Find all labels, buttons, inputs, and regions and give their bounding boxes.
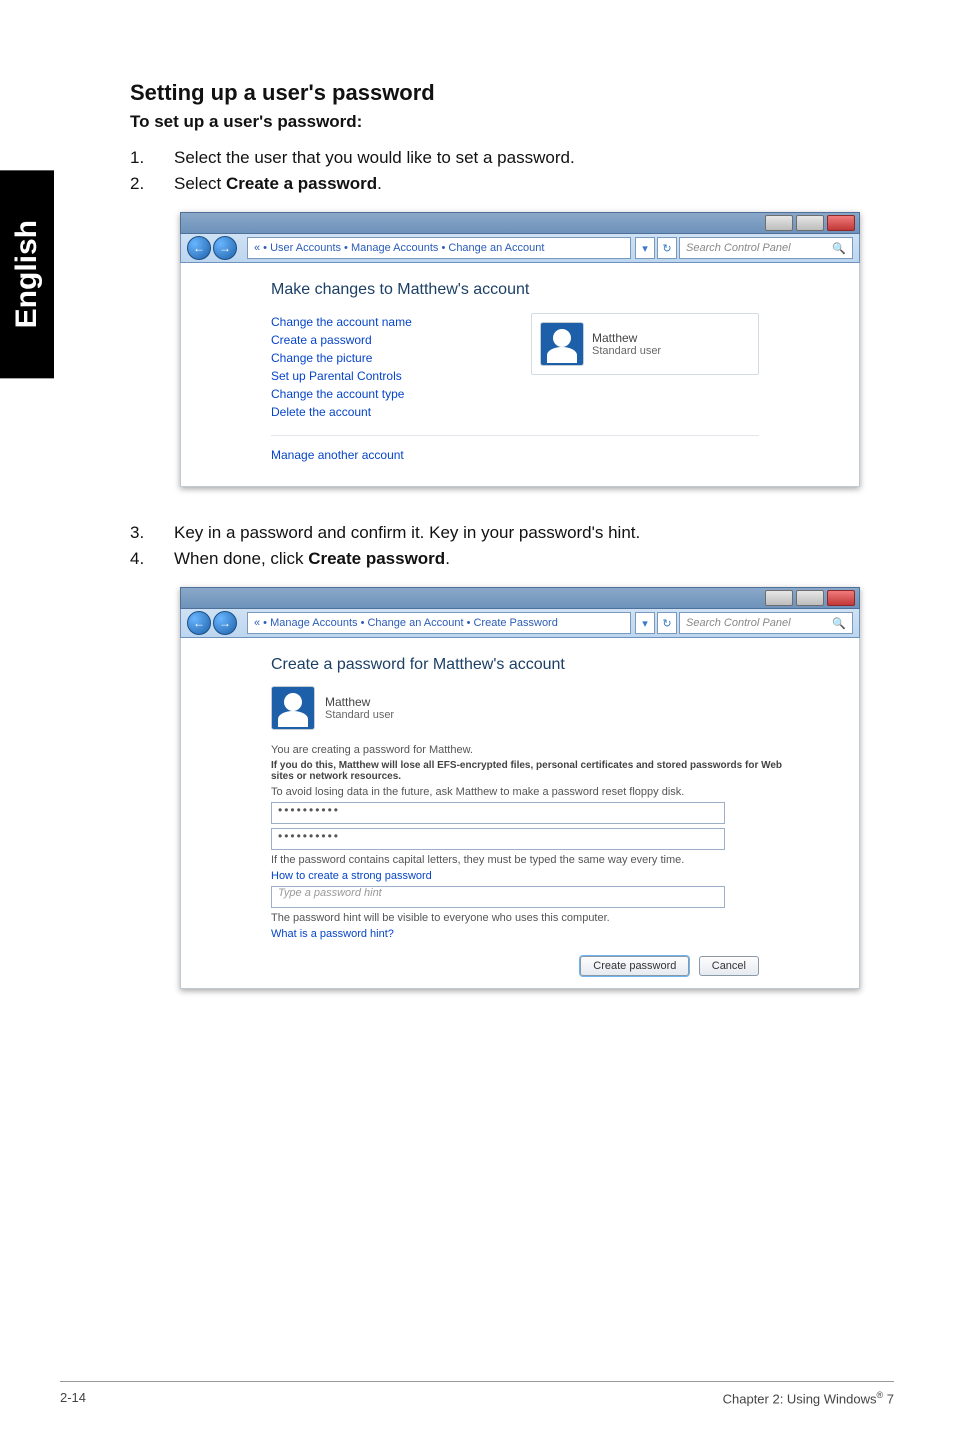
step-text: When done, click Create password.: [174, 549, 450, 569]
account-header: Matthew Standard user: [271, 686, 799, 730]
step-text: Select Create a password.: [174, 174, 382, 194]
page-number: 2-14: [60, 1390, 86, 1406]
account-name: Matthew: [592, 331, 661, 345]
close-button[interactable]: [827, 215, 855, 231]
step-item: 3.Key in a password and confirm it. Key …: [130, 523, 894, 543]
breadcrumb[interactable]: « • User Accounts • Manage Accounts • Ch…: [247, 237, 631, 259]
creating-note: You are creating a password for Matthew.: [271, 744, 799, 756]
account-name: Matthew: [325, 695, 394, 709]
address-bar: ← → « • Manage Accounts • Change an Acco…: [180, 609, 860, 638]
minimize-button[interactable]: [765, 590, 793, 606]
footer-rule: [60, 1381, 894, 1382]
step-number: 2.: [130, 174, 174, 194]
step-item: 1.Select the user that you would like to…: [130, 148, 894, 168]
search-input[interactable]: Search Control Panel🔍: [679, 237, 853, 259]
link-create-password[interactable]: Create a password: [271, 333, 531, 347]
refresh-icon[interactable]: ↻: [657, 237, 677, 259]
window-body: Make changes to Matthew's account Change…: [180, 263, 860, 487]
search-icon: 🔍: [832, 617, 846, 630]
forward-button[interactable]: →: [213, 611, 237, 635]
close-button[interactable]: [827, 590, 855, 606]
create-password-button[interactable]: Create password: [580, 956, 689, 976]
search-icon: 🔍: [832, 242, 846, 255]
window-titlebar: [180, 587, 860, 609]
hint-note: The password hint will be visible to eve…: [271, 912, 799, 924]
dropdown-icon[interactable]: ▾: [635, 237, 655, 259]
dropdown-icon[interactable]: ▾: [635, 612, 655, 634]
account-type: Standard user: [592, 345, 661, 357]
screenshot-create-password: ← → « • Manage Accounts • Change an Acco…: [180, 587, 860, 989]
link-parental-controls[interactable]: Set up Parental Controls: [271, 369, 531, 383]
step-item: 2.Select Create a password.: [130, 174, 894, 194]
language-tab: English: [0, 170, 54, 378]
steps-list-b: 3.Key in a password and confirm it. Key …: [130, 523, 894, 569]
panel-title: Make changes to Matthew's account: [271, 281, 759, 299]
link-change-type[interactable]: Change the account type: [271, 387, 531, 401]
link-manage-another[interactable]: Manage another account: [271, 448, 759, 462]
window-body: Create a password for Matthew's account …: [180, 638, 860, 989]
avatar: [540, 322, 584, 366]
maximize-button[interactable]: [796, 215, 824, 231]
link-what-is-hint[interactable]: What is a password hint?: [271, 928, 799, 940]
breadcrumb[interactable]: « • Manage Accounts • Change an Account …: [247, 612, 631, 634]
step-text: Key in a password and confirm it. Key in…: [174, 523, 640, 543]
link-change-picture[interactable]: Change the picture: [271, 351, 531, 365]
search-input[interactable]: Search Control Panel🔍: [679, 612, 853, 634]
steps-list-a: 1.Select the user that you would like to…: [130, 148, 894, 194]
page-content: Setting up a user's password To set up a…: [130, 0, 894, 989]
minimize-button[interactable]: [765, 215, 793, 231]
section-subheading: To set up a user's password:: [130, 112, 894, 132]
back-button[interactable]: ←: [187, 236, 211, 260]
divider: [271, 435, 759, 436]
account-type: Standard user: [325, 709, 394, 721]
forward-button[interactable]: →: [213, 236, 237, 260]
window-titlebar: [180, 212, 860, 234]
link-delete-account[interactable]: Delete the account: [271, 405, 531, 419]
step-number: 3.: [130, 523, 174, 543]
cancel-button[interactable]: Cancel: [699, 956, 759, 976]
step-number: 1.: [130, 148, 174, 168]
link-strong-password[interactable]: How to create a strong password: [271, 870, 799, 882]
new-password-field[interactable]: ••••••••••: [271, 802, 725, 824]
refresh-icon[interactable]: ↻: [657, 612, 677, 634]
maximize-button[interactable]: [796, 590, 824, 606]
avatar: [271, 686, 315, 730]
avoid-note: To avoid losing data in the future, ask …: [271, 786, 799, 798]
link-change-name[interactable]: Change the account name: [271, 315, 531, 329]
caps-note: If the password contains capital letters…: [271, 854, 799, 866]
warning-text: If you do this, Matthew will lose all EF…: [271, 760, 799, 782]
section-heading: Setting up a user's password: [130, 80, 894, 106]
password-hint-field[interactable]: Type a password hint: [271, 886, 725, 908]
button-row: Create password Cancel: [271, 942, 799, 978]
chapter-label: Chapter 2: Using Windows® 7: [723, 1390, 894, 1406]
panel-title: Create a password for Matthew's account: [271, 656, 799, 674]
step-item: 4.When done, click Create password.: [130, 549, 894, 569]
step-number: 4.: [130, 549, 174, 569]
address-bar: ← → « • User Accounts • Manage Accounts …: [180, 234, 860, 263]
screenshot-change-account: ← → « • User Accounts • Manage Accounts …: [180, 212, 860, 487]
page-footer: 2-14 Chapter 2: Using Windows® 7: [60, 1390, 894, 1406]
confirm-password-field[interactable]: ••••••••••: [271, 828, 725, 850]
step-text: Select the user that you would like to s…: [174, 148, 575, 168]
account-card: Matthew Standard user: [531, 313, 759, 375]
back-button[interactable]: ←: [187, 611, 211, 635]
